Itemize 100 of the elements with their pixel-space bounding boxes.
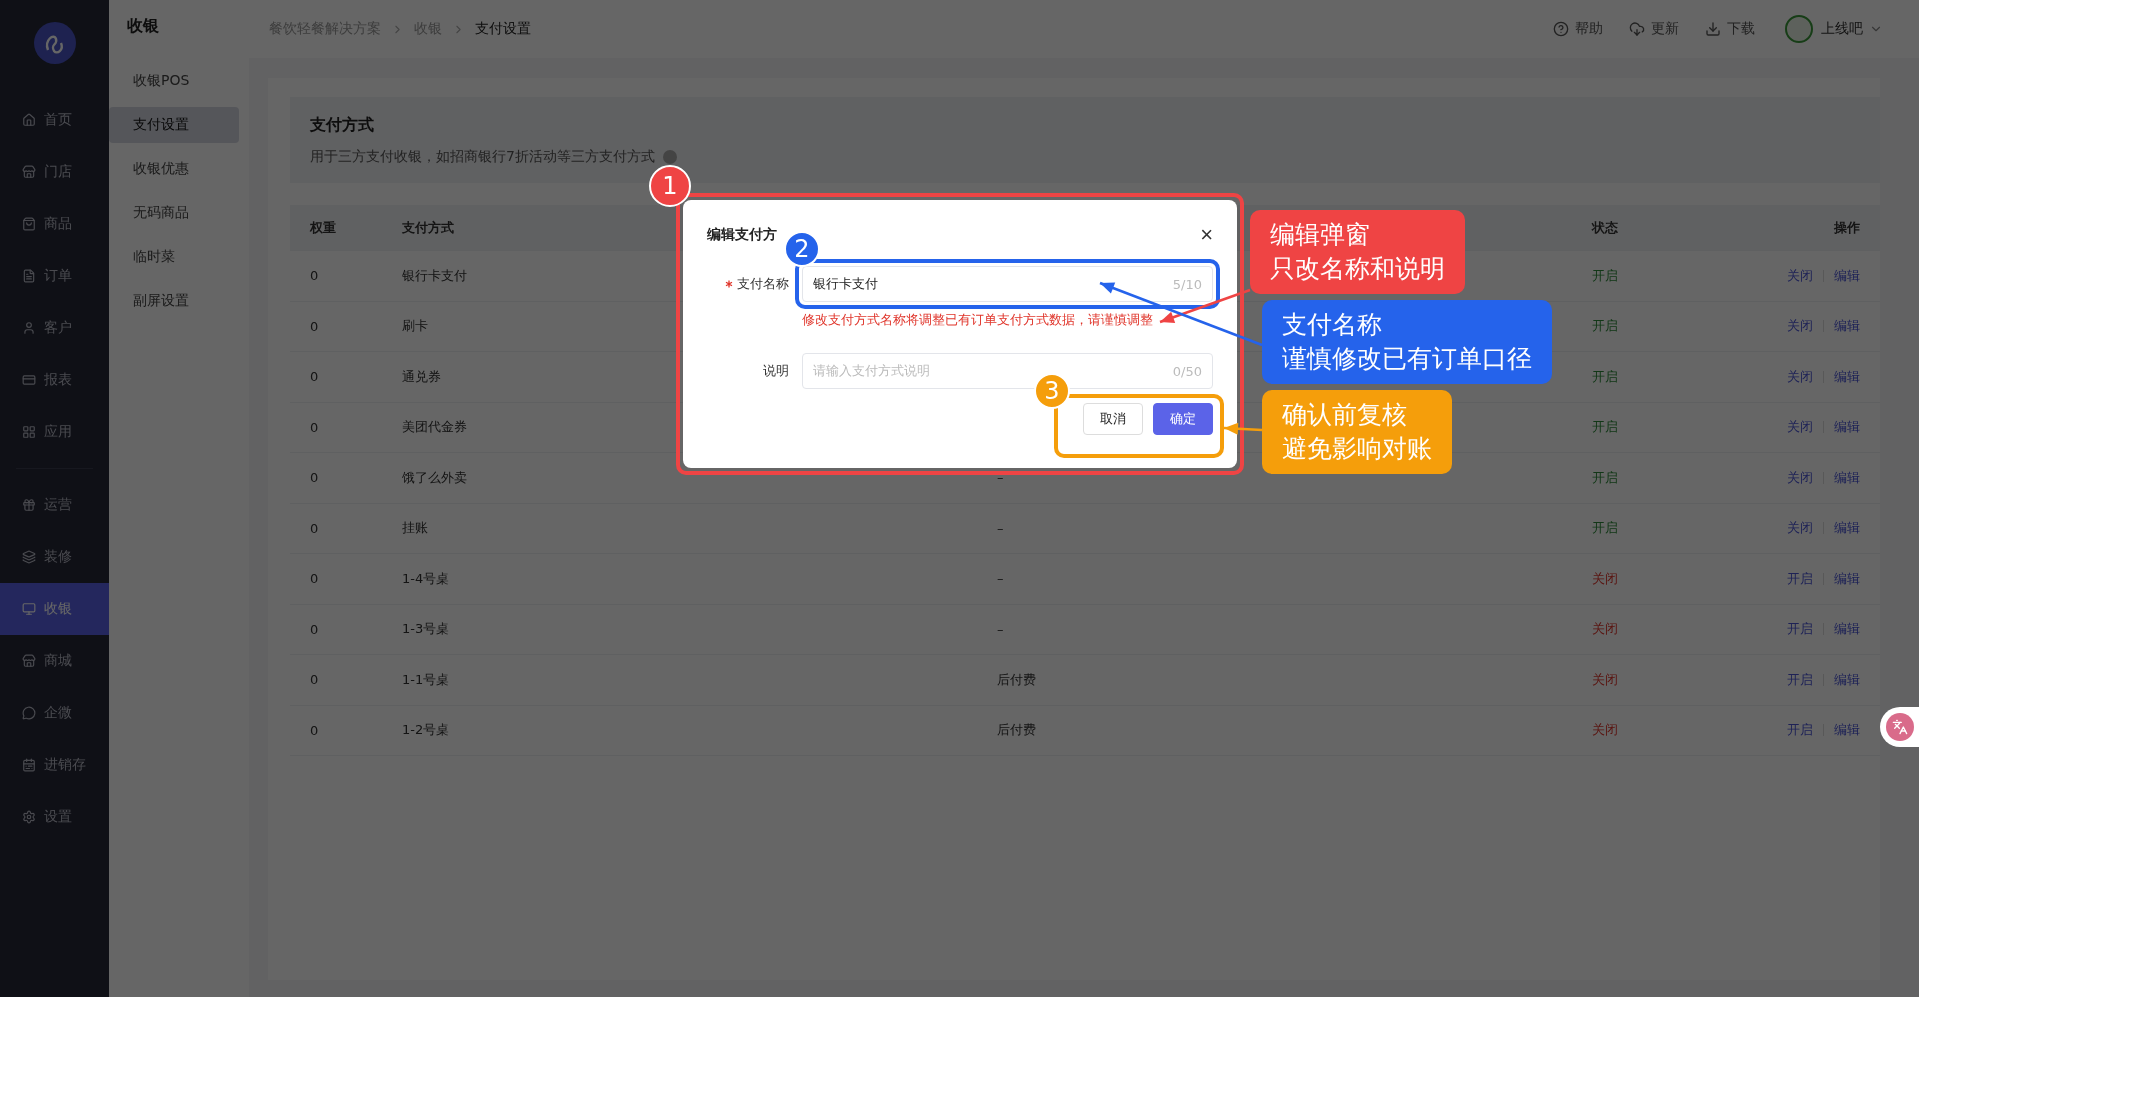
- toggle-link[interactable]: 开启: [1787, 721, 1813, 740]
- chat-icon: [22, 706, 36, 720]
- field-label: 说明: [763, 362, 789, 380]
- status-text: 开启: [1592, 266, 1618, 285]
- edit-link[interactable]: 编辑: [1834, 418, 1860, 437]
- table-cell: 后付费: [997, 670, 1036, 689]
- table-cell: 0: [310, 621, 319, 637]
- layers-icon: [22, 550, 36, 564]
- gift-icon: [22, 498, 36, 512]
- field-label: 支付名称: [737, 275, 789, 293]
- breadcrumb-item[interactable]: 支付设置: [475, 20, 531, 38]
- edit-link[interactable]: 编辑: [1834, 266, 1860, 285]
- sidebar-item[interactable]: 收银: [0, 583, 109, 635]
- column-header: 操作: [1834, 218, 1860, 237]
- avatar[interactable]: [1785, 15, 1813, 43]
- edit-link[interactable]: 编辑: [1834, 620, 1860, 639]
- warning-text: 修改支付方式名称将调整已有订单支付方式数据，请谨慎调整: [802, 312, 1153, 329]
- table-cell: 0: [310, 318, 319, 334]
- toggle-link[interactable]: 关闭: [1787, 367, 1813, 386]
- status-text: 关闭: [1592, 569, 1618, 588]
- toolbar-label[interactable]: 下载: [1727, 20, 1755, 38]
- table-cell: 1-2号桌: [402, 721, 450, 740]
- input-field[interactable]: 银行卡支付 5/10: [802, 266, 1213, 302]
- status-text: 开启: [1592, 367, 1618, 386]
- table-cell: 饿了么外卖: [402, 468, 467, 487]
- toggle-link[interactable]: 关闭: [1787, 266, 1813, 285]
- cancel-button[interactable]: 取消: [1083, 403, 1143, 435]
- table-cell: 1-3号桌: [402, 620, 450, 639]
- toggle-link[interactable]: 开启: [1787, 569, 1813, 588]
- table-cell: 0: [310, 520, 319, 536]
- edit-link[interactable]: 编辑: [1834, 670, 1860, 689]
- toggle-link[interactable]: 关闭: [1787, 468, 1813, 487]
- card-icon: [22, 373, 36, 387]
- edit-link[interactable]: 编辑: [1834, 468, 1860, 487]
- table-cell: –: [997, 571, 1004, 587]
- edit-link[interactable]: 编辑: [1834, 721, 1860, 740]
- floating-tab[interactable]: [1880, 707, 1919, 747]
- toolbar-label[interactable]: 帮助: [1575, 20, 1603, 38]
- column-header: 支付方式: [402, 218, 454, 237]
- table-cell: 挂账: [402, 519, 428, 538]
- close-button[interactable]: ×: [1200, 224, 1213, 246]
- toggle-link[interactable]: 开启: [1787, 670, 1813, 689]
- cloud-download-icon[interactable]: [1629, 21, 1645, 37]
- table-cell: 通兑券: [402, 367, 441, 386]
- callout-text: 只改名称和说明: [1270, 253, 1445, 285]
- logo-icon: [33, 22, 76, 64]
- table-cell: 后付费: [997, 721, 1036, 740]
- table-cell: 0: [310, 268, 319, 284]
- table-cell: 银行卡支付: [402, 266, 467, 285]
- edit-link[interactable]: 编辑: [1834, 367, 1860, 386]
- submenu-item[interactable]: 无码商品: [109, 195, 239, 231]
- section-title: 支付方式: [310, 115, 375, 136]
- settings-icon: [22, 810, 36, 824]
- table-cell: 1-4号桌: [402, 569, 450, 588]
- table-cell: 0: [310, 571, 319, 587]
- toggle-link[interactable]: 关闭: [1787, 418, 1813, 437]
- translate-icon[interactable]: [1885, 713, 1914, 741]
- callout-text: 编辑弹窗: [1270, 219, 1370, 251]
- table-cell: 0: [310, 419, 319, 435]
- toggle-link[interactable]: 关闭: [1787, 317, 1813, 336]
- submenu-item[interactable]: 副屏设置: [109, 283, 239, 319]
- user-name[interactable]: 上线吧: [1821, 20, 1863, 38]
- home-icon: [22, 113, 36, 127]
- document-icon: [22, 269, 36, 283]
- calendar-icon: [22, 758, 36, 772]
- column-header: 权重: [310, 218, 336, 237]
- edit-link[interactable]: 编辑: [1834, 569, 1860, 588]
- status-text: 开启: [1592, 468, 1618, 487]
- edit-link[interactable]: 编辑: [1834, 317, 1860, 336]
- status-text: 关闭: [1592, 620, 1618, 639]
- table-cell: 0: [310, 470, 319, 486]
- submenu-item[interactable]: 临时菜: [109, 239, 239, 275]
- callout-text: 谨慎修改已有订单口径: [1282, 343, 1532, 375]
- status-text: 开启: [1592, 418, 1618, 437]
- edit-link[interactable]: 编辑: [1834, 519, 1860, 538]
- toggle-link[interactable]: 关闭: [1787, 519, 1813, 538]
- toolbar-label[interactable]: 更新: [1651, 20, 1679, 38]
- grid-icon: [22, 425, 36, 439]
- store-icon: [22, 654, 36, 668]
- store-icon: [22, 165, 36, 179]
- bag-icon: [22, 217, 36, 231]
- callout-text: 避免影响对账: [1282, 433, 1432, 465]
- confirm-button[interactable]: 确定: [1153, 403, 1213, 435]
- table-cell: –: [997, 621, 1004, 637]
- submenu-title: 收银: [126, 16, 160, 37]
- submenu-item[interactable]: 收银优惠: [109, 151, 239, 187]
- download-icon[interactable]: [1705, 21, 1721, 37]
- callout-text: 确认前复核: [1282, 399, 1407, 431]
- monitor-icon: [22, 602, 36, 616]
- status-text: 关闭: [1592, 721, 1618, 740]
- submenu-item[interactable]: 收银POS: [109, 63, 239, 99]
- table-cell: 美团代金券: [402, 418, 467, 437]
- callout-text: 支付名称: [1282, 309, 1382, 341]
- table-cell: 0: [310, 672, 319, 688]
- status-text: 关闭: [1592, 670, 1618, 689]
- user-icon: [22, 321, 36, 335]
- toggle-link[interactable]: 开启: [1787, 620, 1813, 639]
- submenu-item[interactable]: 支付设置: [109, 107, 239, 143]
- dialog-title: 编辑支付方: [707, 226, 777, 244]
- table-cell: –: [997, 520, 1004, 536]
